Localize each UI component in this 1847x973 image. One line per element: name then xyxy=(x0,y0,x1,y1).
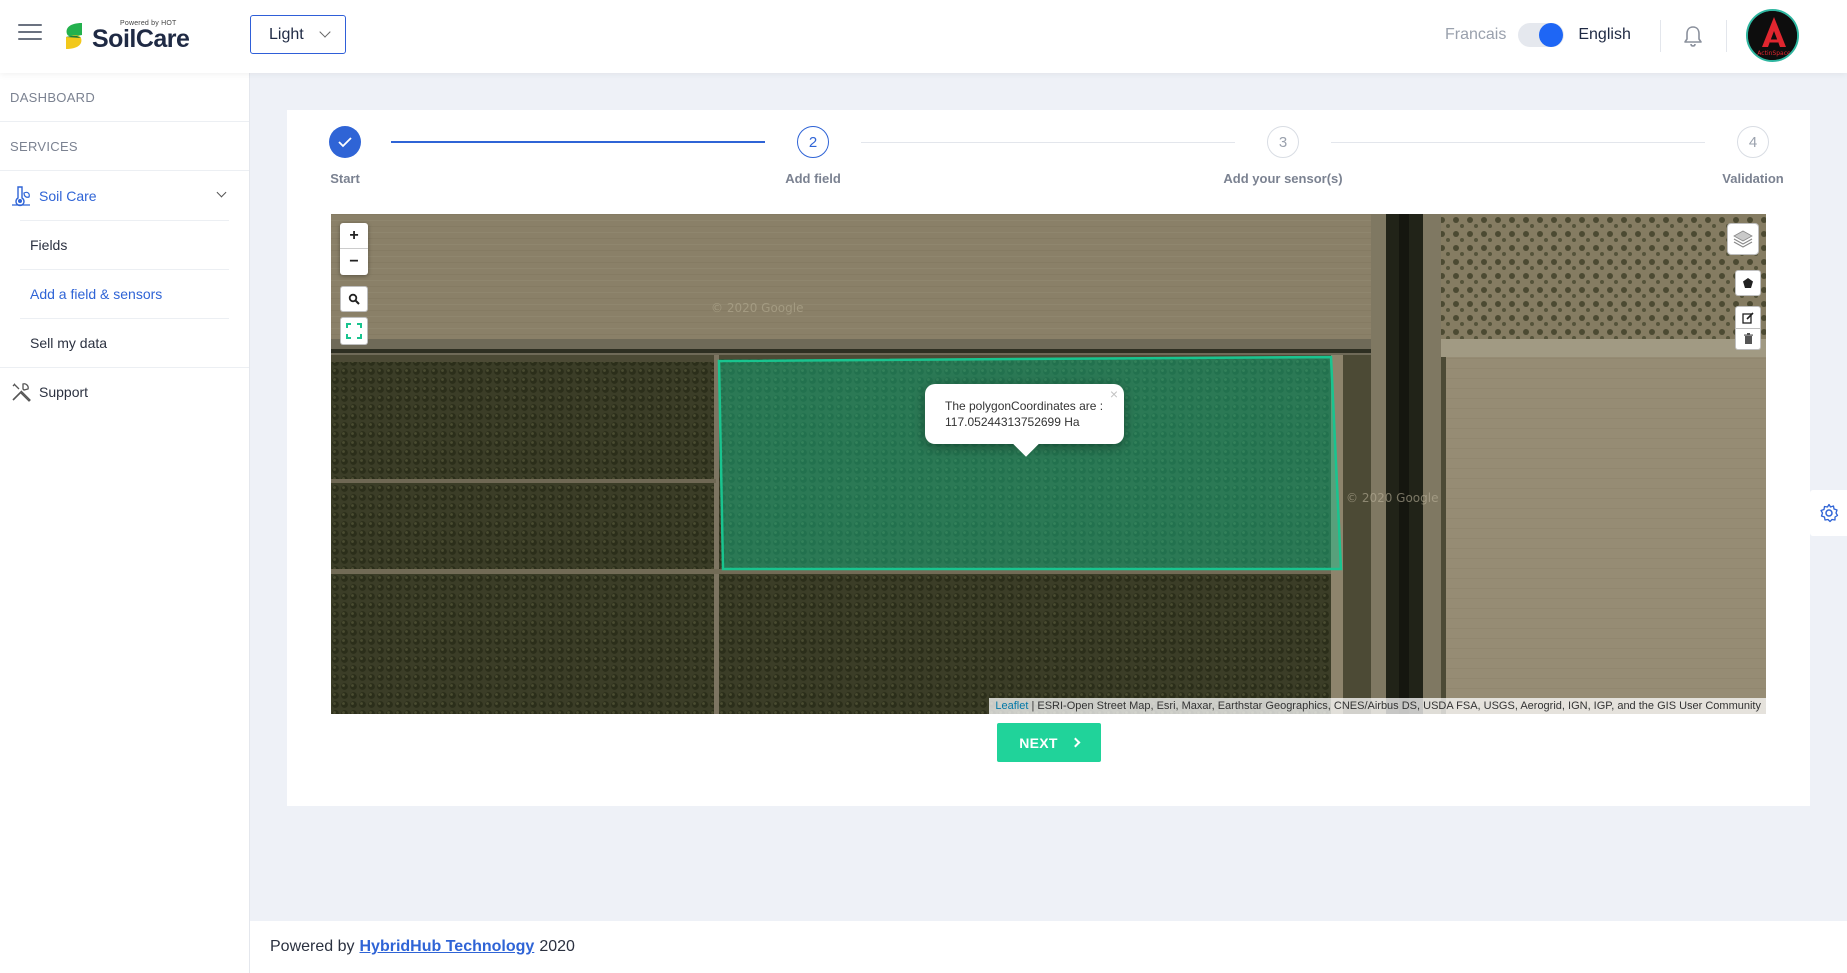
bell-icon[interactable] xyxy=(1682,24,1704,48)
leaflet-link[interactable]: Leaflet xyxy=(995,700,1028,712)
zoom-control: + − xyxy=(340,223,368,275)
header-divider xyxy=(1660,20,1661,52)
user-avatar[interactable]: ActinSpace xyxy=(1746,9,1799,62)
settings-button[interactable] xyxy=(1810,490,1847,536)
next-button[interactable]: NEXT xyxy=(997,723,1101,762)
step-add-sensors[interactable]: 3 Add your sensor(s) xyxy=(1213,126,1353,186)
step-number: 2 xyxy=(797,126,829,158)
step-label: Validation xyxy=(1722,171,1784,186)
sidebar-item-label: Support xyxy=(39,384,89,400)
theme-select-value: Light xyxy=(269,25,304,43)
sidebar-subitem-sell-data[interactable]: Sell my data xyxy=(20,318,229,367)
sidebar: DASHBOARD SERVICES Soil Care Fields Add … xyxy=(0,73,250,973)
lang-french-label[interactable]: Francais xyxy=(1445,26,1506,44)
menu-icon[interactable] xyxy=(18,24,42,46)
trash-icon[interactable] xyxy=(1735,328,1761,350)
stepper-connector xyxy=(1331,142,1705,143)
sidebar-item-support[interactable]: Support xyxy=(0,367,249,416)
top-header: Powered by HOT SoilCare Light Francais E… xyxy=(0,0,1847,73)
step-validation[interactable]: 4 Validation xyxy=(1693,126,1813,186)
check-icon xyxy=(329,126,361,158)
toggle-knob xyxy=(1539,23,1564,47)
popup-line-1: The polygonCoordinates are : xyxy=(945,399,1104,413)
stepper-connector xyxy=(391,141,765,143)
avatar-text: ActinSpace xyxy=(1757,50,1791,57)
area-popup: × The polygonCoordinates are : 117.05244… xyxy=(925,384,1124,457)
popup-area-value: 117.05244313752699 Ha xyxy=(945,415,1080,429)
header-divider xyxy=(1726,20,1727,52)
sidebar-subitem-label: Fields xyxy=(30,237,68,253)
close-icon[interactable]: × xyxy=(1110,386,1118,402)
theme-select[interactable]: Light xyxy=(250,15,346,54)
map-watermark: © 2020 Google xyxy=(711,301,803,315)
sidebar-item-soil-care[interactable]: Soil Care xyxy=(0,171,249,220)
map-attribution: Leaflet | ESRI-Open Street Map, Esri, Ma… xyxy=(989,698,1766,714)
sidebar-subitem-add-field[interactable]: Add a field & sensors xyxy=(20,269,229,318)
next-button-label: NEXT xyxy=(1019,734,1058,751)
sidebar-subitem-label: Sell my data xyxy=(30,335,108,351)
satellite-imagery: © 2020 Google © 2020 Google xyxy=(331,214,1766,714)
add-field-card: Start 2 Add field 3 Add your sensor(s) 4… xyxy=(287,110,1810,806)
map-watermark: © 2020 Google xyxy=(1346,491,1438,505)
fullscreen-icon[interactable] xyxy=(340,317,368,345)
step-label: Add your sensor(s) xyxy=(1223,171,1343,186)
language-switch: Francais English xyxy=(1445,23,1631,47)
app-logo[interactable]: Powered by HOT SoilCare xyxy=(62,18,190,54)
step-number: 4 xyxy=(1737,126,1769,158)
lang-english-label[interactable]: English xyxy=(1578,26,1630,44)
footer-company-link[interactable]: HybridHub Technology xyxy=(360,938,535,956)
gear-icon xyxy=(1819,503,1838,523)
search-icon[interactable] xyxy=(340,286,368,312)
footer-year: 2020 xyxy=(539,938,575,955)
chevron-right-icon xyxy=(1070,737,1081,748)
soilcare-logo-icon xyxy=(62,20,86,52)
chevron-down-icon xyxy=(216,187,227,198)
soil-sensor-icon xyxy=(10,185,32,207)
stepper-connector xyxy=(861,142,1235,143)
zoom-out-button[interactable]: − xyxy=(340,249,368,275)
step-label: Add field xyxy=(785,171,841,186)
sidebar-dashboard-label: DASHBOARD xyxy=(10,89,96,105)
field-map[interactable]: © 2020 Google © 2020 Google + − × The po… xyxy=(331,214,1766,714)
sidebar-subitem-fields[interactable]: Fields xyxy=(20,220,229,269)
logo-name: SoilCare xyxy=(92,25,190,53)
language-toggle[interactable] xyxy=(1518,23,1565,47)
zoom-in-button[interactable]: + xyxy=(340,223,368,249)
tools-icon xyxy=(10,381,32,403)
step-add-field[interactable]: 2 Add field xyxy=(753,126,873,186)
sidebar-section-services: SERVICES xyxy=(0,122,249,171)
sidebar-section-dashboard[interactable]: DASHBOARD xyxy=(0,73,249,122)
step-start[interactable]: Start xyxy=(285,126,405,186)
sidebar-item-label: Soil Care xyxy=(39,187,97,204)
layers-icon[interactable] xyxy=(1727,223,1759,255)
footer-prefix: Powered by xyxy=(270,938,355,955)
chevron-down-icon xyxy=(319,26,331,38)
sidebar-services-label: SERVICES xyxy=(10,138,78,154)
draw-polygon-icon[interactable] xyxy=(1735,270,1761,296)
sidebar-subitem-label: Add a field & sensors xyxy=(30,286,163,302)
page-footer: Powered by HybridHub Technology 2020 xyxy=(250,921,1847,973)
step-label: Start xyxy=(330,171,360,186)
step-number: 3 xyxy=(1267,126,1299,158)
edit-layers-icon[interactable] xyxy=(1735,306,1761,328)
attribution-text: | ESRI-Open Street Map, Esri, Maxar, Ear… xyxy=(1028,700,1761,712)
